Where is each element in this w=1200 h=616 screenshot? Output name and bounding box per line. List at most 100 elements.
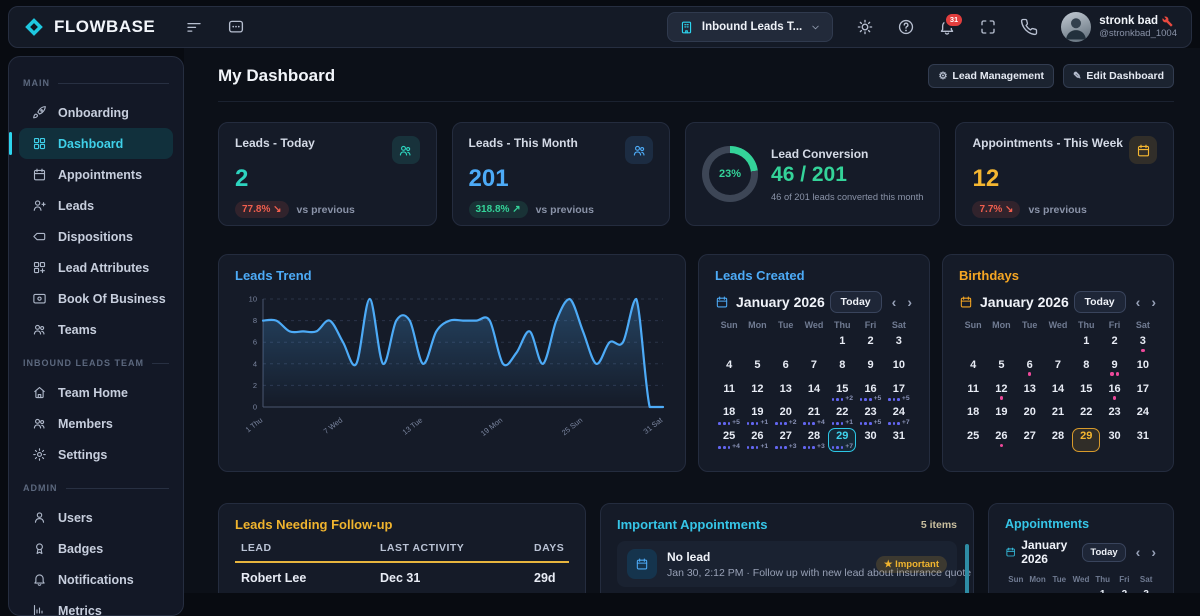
appointment-item[interactable]: No leadJan 30, 2:12 PM · Follow up with … xyxy=(617,541,957,587)
sidebar-item-lead-attributes[interactable]: Lead Attributes xyxy=(19,252,173,283)
calendar-day-10[interactable]: 10 xyxy=(885,357,913,381)
sidebar-item-users[interactable]: Users xyxy=(19,502,173,533)
user-menu[interactable]: stronk bad @stronkbad_1004 xyxy=(1061,12,1177,42)
sun-icon[interactable] xyxy=(856,18,874,36)
calendar-day-11[interactable]: 11 xyxy=(715,381,743,405)
calendar-day-1[interactable]: 1 xyxy=(1072,333,1100,357)
sidebar-item-leads[interactable]: Leads xyxy=(19,190,173,221)
calendar-day-21[interactable]: 21+4 xyxy=(800,404,828,428)
prev-month-icon[interactable]: ‹ xyxy=(1135,545,1142,559)
calendar-day-30[interactable]: 30 xyxy=(1100,428,1128,452)
calendar-day-8[interactable]: 8 xyxy=(1072,357,1100,381)
calendar-day-23[interactable]: 23+5 xyxy=(856,404,884,428)
fullscreen-icon[interactable] xyxy=(979,18,997,36)
calendar-day-23[interactable]: 23 xyxy=(1100,404,1128,428)
calendar-day-19[interactable]: 19 xyxy=(987,404,1015,428)
calendar-day-12[interactable]: 12 xyxy=(743,381,771,405)
prev-month-icon[interactable]: ‹ xyxy=(891,295,898,309)
sidebar-item-book-of-business[interactable]: Book Of Business xyxy=(19,283,173,314)
calendar-day-18[interactable]: 18 xyxy=(959,404,987,428)
calendar-day-15[interactable]: 15+2 xyxy=(828,381,856,405)
calendar-day-6[interactable]: 6 xyxy=(1016,357,1044,381)
calendar-day-17[interactable]: 17 xyxy=(1129,381,1157,405)
calendar-day-29[interactable]: 29+7 xyxy=(828,428,856,452)
calendar-day-31[interactable]: 31 xyxy=(885,428,913,452)
sidebar-item-dashboard[interactable]: Dashboard xyxy=(19,128,173,159)
calendar-day-4[interactable]: 4 xyxy=(715,357,743,381)
calendar-day-28[interactable]: 28 xyxy=(1044,428,1072,452)
calendar-day-20[interactable]: 20 xyxy=(1016,404,1044,428)
filter-icon[interactable] xyxy=(185,18,203,36)
calendar-day-14[interactable]: 14 xyxy=(1044,381,1072,405)
calendar-day-26[interactable]: 26+1 xyxy=(743,428,771,452)
calendar-day-7[interactable]: 7 xyxy=(1044,357,1072,381)
calendar-day-16[interactable]: 16 xyxy=(1100,381,1128,405)
calendar-day-25[interactable]: 25 xyxy=(959,428,987,452)
calendar-day-16[interactable]: 16+5 xyxy=(856,381,884,405)
calendar-day-11[interactable]: 11 xyxy=(959,381,987,405)
calendar-day-24[interactable]: 24+7 xyxy=(885,404,913,428)
calendar-day-27[interactable]: 27 xyxy=(1016,428,1044,452)
calendar-day-4[interactable]: 4 xyxy=(959,357,987,381)
sidebar-item-members[interactable]: Members xyxy=(19,408,173,439)
sidebar-item-teams[interactable]: Teams xyxy=(19,314,173,345)
next-month-icon[interactable]: › xyxy=(1150,295,1157,309)
team-selector[interactable]: Inbound Leads T... xyxy=(667,12,833,42)
sidebar-item-settings[interactable]: Settings xyxy=(19,439,173,470)
calendar-day-29[interactable]: 29 xyxy=(1072,428,1100,452)
calendar-day-18[interactable]: 18+5 xyxy=(715,404,743,428)
calendar-day-19[interactable]: 19+1 xyxy=(743,404,771,428)
sidebar-item-team-home[interactable]: Team Home xyxy=(19,377,173,408)
phone-icon[interactable] xyxy=(1020,18,1038,36)
calendar-day-15[interactable]: 15 xyxy=(1072,381,1100,405)
help-icon[interactable] xyxy=(897,18,915,36)
calendar-day-10[interactable]: 10 xyxy=(1129,357,1157,381)
calendar-day-3[interactable]: 3 xyxy=(1135,587,1157,593)
calendar-day-22[interactable]: 22+1 xyxy=(828,404,856,428)
calendar-day-6[interactable]: 6 xyxy=(772,357,800,381)
calendar-day-2[interactable]: 2 xyxy=(1100,333,1128,357)
calendar-day-31[interactable]: 31 xyxy=(1129,428,1157,452)
calendar-day-13[interactable]: 13 xyxy=(1016,381,1044,405)
calendar-day-20[interactable]: 20+2 xyxy=(772,404,800,428)
scrollbar[interactable] xyxy=(965,544,969,593)
calendar-day-3[interactable]: 3 xyxy=(885,333,913,357)
today-button[interactable]: Today xyxy=(830,291,882,313)
calendar-day-1[interactable]: 1 xyxy=(1092,587,1114,593)
calendar-day-2[interactable]: 2 xyxy=(1114,587,1136,593)
table-row[interactable]: Robert LeeDec 3129d xyxy=(235,563,569,593)
edit-dashboard-button[interactable]: ✎Edit Dashboard xyxy=(1063,64,1174,88)
sidebar-item-badges[interactable]: Badges xyxy=(19,533,173,564)
calendar-day-5[interactable]: 5 xyxy=(987,357,1015,381)
sidebar-item-notifications[interactable]: Notifications xyxy=(19,564,173,595)
calendar-day-13[interactable]: 13 xyxy=(772,381,800,405)
calendar-day-14[interactable]: 14 xyxy=(800,381,828,405)
calendar-day-9[interactable]: 9 xyxy=(856,357,884,381)
today-button[interactable]: Today xyxy=(1082,543,1125,562)
calendar-day-25[interactable]: 25+4 xyxy=(715,428,743,452)
notifications-bell-icon[interactable]: 31 xyxy=(938,18,956,36)
calendar-day-22[interactable]: 22 xyxy=(1072,404,1100,428)
calendar-day-5[interactable]: 5 xyxy=(743,357,771,381)
lead-management-button[interactable]: ⚙Lead Management xyxy=(928,64,1054,88)
calendar-day-24[interactable]: 24 xyxy=(1129,404,1157,428)
prev-month-icon[interactable]: ‹ xyxy=(1135,295,1142,309)
calendar-day-17[interactable]: 17+5 xyxy=(885,381,913,405)
next-month-icon[interactable]: › xyxy=(1150,545,1157,559)
calendar-day-7[interactable]: 7 xyxy=(800,357,828,381)
next-month-icon[interactable]: › xyxy=(906,295,913,309)
calendar-day-30[interactable]: 30 xyxy=(856,428,884,452)
calendar-day-2[interactable]: 2 xyxy=(856,333,884,357)
sidebar-item-onboarding[interactable]: Onboarding xyxy=(19,97,173,128)
calendar-day-8[interactable]: 8 xyxy=(828,357,856,381)
sidebar-item-appointments[interactable]: Appointments xyxy=(19,159,173,190)
sidebar-item-dispositions[interactable]: Dispositions xyxy=(19,221,173,252)
calendar-day-28[interactable]: 28+3 xyxy=(800,428,828,452)
calendar-day-26[interactable]: 26 xyxy=(987,428,1015,452)
calendar-day-21[interactable]: 21 xyxy=(1044,404,1072,428)
calendar-day-1[interactable]: 1 xyxy=(828,333,856,357)
chat-icon[interactable] xyxy=(227,18,245,36)
calendar-day-9[interactable]: 9 xyxy=(1100,357,1128,381)
calendar-day-12[interactable]: 12 xyxy=(987,381,1015,405)
calendar-day-3[interactable]: 3 xyxy=(1129,333,1157,357)
